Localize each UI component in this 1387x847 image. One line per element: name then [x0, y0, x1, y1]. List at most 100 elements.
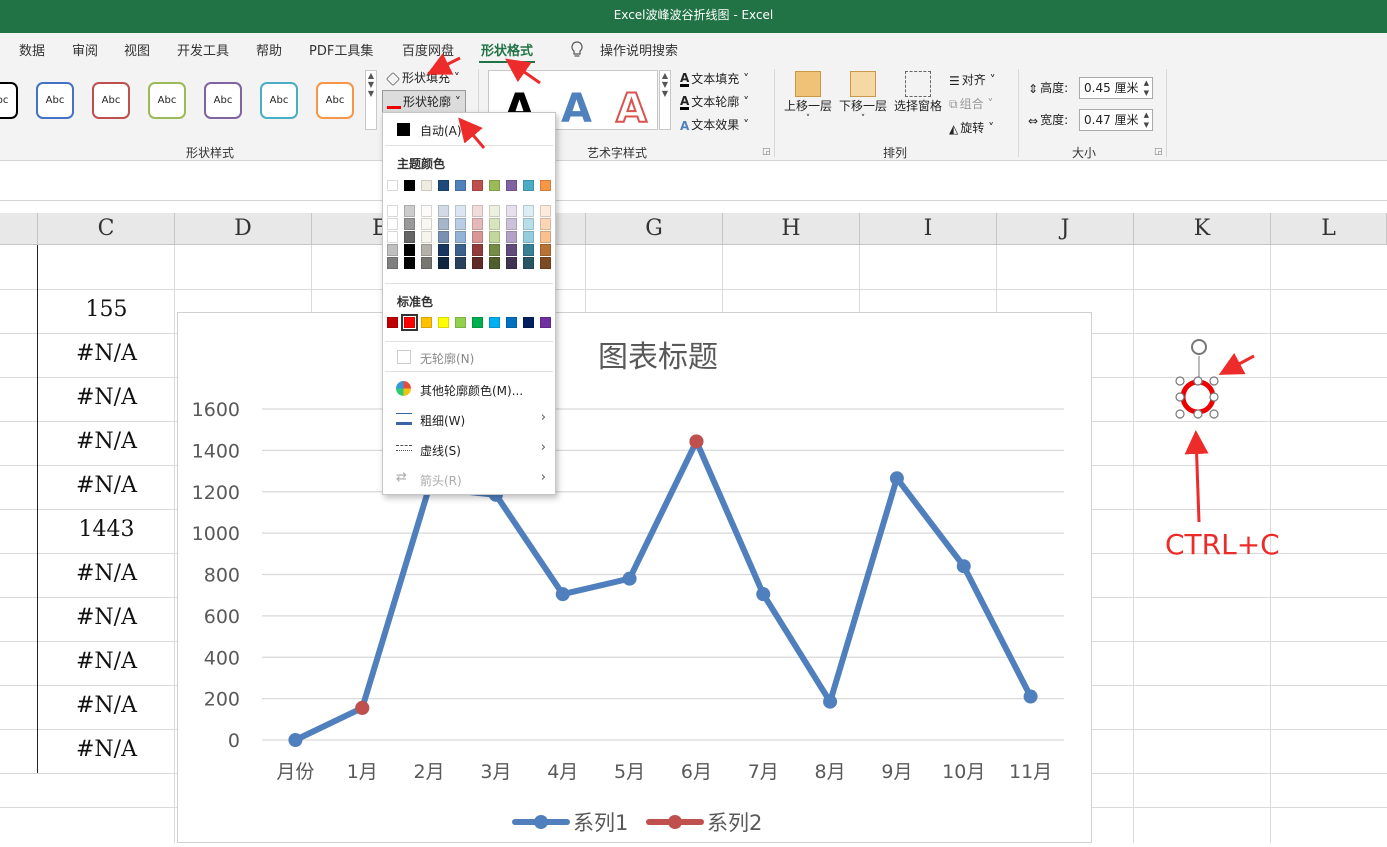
tab-baidu-netdisk[interactable]: 百度网盘 [402, 40, 454, 59]
theme-color-swatch[interactable] [455, 180, 466, 191]
standard-color-swatch[interactable] [438, 317, 449, 328]
tab-view[interactable]: 视图 [124, 40, 150, 59]
text-outline-button[interactable]: A 文本轮廓 ˅ [680, 93, 749, 110]
wordart-style-blue[interactable]: A [561, 86, 592, 132]
theme-color-shade-swatch[interactable] [404, 218, 415, 230]
no-outline-item[interactable]: 无轮廓(N) [383, 346, 555, 368]
shape-style-gallery-scroll[interactable]: ▲ ▼ ▼ [365, 70, 377, 130]
theme-color-shade-swatch[interactable] [438, 231, 449, 243]
theme-color-shade-swatch[interactable] [387, 257, 398, 269]
weight-item[interactable]: 粗细(W) › [383, 408, 555, 430]
theme-color-shade-swatch[interactable] [506, 231, 517, 243]
theme-color-shade-swatch[interactable] [472, 244, 483, 256]
text-fill-button[interactable]: A 文本填充 ˅ [680, 70, 749, 87]
standard-color-swatch[interactable] [401, 314, 418, 331]
cell-c13[interactable]: #N/A [38, 737, 175, 762]
tab-shape-format[interactable]: 形状格式 [478, 40, 536, 64]
theme-color-swatch[interactable] [472, 180, 483, 191]
theme-color-shade-swatch[interactable] [489, 205, 500, 217]
selected-circle-shape[interactable] [1168, 334, 1224, 424]
shape-style-6[interactable]: Abc [260, 82, 298, 119]
tell-me-search[interactable]: 操作说明搜索 [600, 40, 678, 59]
theme-color-shade-swatch[interactable] [540, 244, 551, 256]
bring-forward-button[interactable]: 上移一层 ˅ [783, 71, 833, 124]
theme-color-shade-swatch[interactable] [387, 244, 398, 256]
theme-color-shade-swatch[interactable] [438, 244, 449, 256]
standard-color-swatch[interactable] [489, 317, 500, 328]
theme-color-shade-swatch[interactable] [523, 244, 534, 256]
theme-color-shade-swatch[interactable] [489, 218, 500, 230]
theme-color-shade-swatch[interactable] [472, 257, 483, 269]
theme-color-shade-swatch[interactable] [387, 205, 398, 217]
selection-pane-button[interactable]: 选择窗格 [893, 71, 943, 114]
theme-color-shade-swatch[interactable] [489, 244, 500, 256]
size-dialog-launcher-icon[interactable]: ◲ [1154, 147, 1163, 157]
red-circle-outline[interactable] [1180, 379, 1216, 415]
theme-color-shade-swatch[interactable] [540, 257, 551, 269]
standard-color-swatch[interactable] [523, 317, 534, 328]
theme-color-shade-swatch[interactable] [438, 218, 449, 230]
theme-color-shade-swatch[interactable] [506, 257, 517, 269]
theme-color-shade-swatch[interactable] [387, 218, 398, 230]
theme-color-shade-swatch[interactable] [421, 218, 432, 230]
width-input[interactable]: 0.47 厘米 ▲ ▼ [1079, 109, 1153, 131]
theme-color-swatch[interactable] [404, 180, 415, 191]
rotate-button[interactable]: ◭ 旋转 ˅ [949, 119, 994, 136]
column-header-l[interactable]: L [1271, 213, 1387, 245]
text-effects-button[interactable]: A 文本效果 ˅ [680, 116, 749, 133]
cell-c3[interactable]: 155 [38, 297, 175, 322]
wordart-gallery-scroll[interactable]: ▲ ▼ ▼ [659, 70, 671, 130]
tab-help[interactable]: 帮助 [256, 40, 282, 59]
theme-color-shade-swatch[interactable] [421, 257, 432, 269]
theme-color-shade-swatch[interactable] [523, 257, 534, 269]
cell-c9[interactable]: #N/A [38, 561, 175, 586]
shape-outline-button[interactable]: 形状轮廓 ˅ [382, 90, 466, 113]
theme-color-shade-swatch[interactable] [404, 231, 415, 243]
theme-color-swatch[interactable] [489, 180, 500, 191]
theme-color-swatch[interactable] [421, 180, 432, 191]
dashes-item[interactable]: 虚线(S) › [383, 438, 555, 460]
shape-style-4[interactable]: Abc [148, 82, 186, 119]
theme-color-shade-swatch[interactable] [523, 231, 534, 243]
shape-style-1[interactable]: Abc [0, 82, 18, 119]
theme-color-shade-swatch[interactable] [506, 205, 517, 217]
theme-color-shade-swatch[interactable] [472, 218, 483, 230]
wordart-dialog-launcher-icon[interactable]: ◲ [762, 147, 771, 157]
tab-review[interactable]: 审阅 [72, 40, 98, 59]
theme-color-shade-swatch[interactable] [506, 218, 517, 230]
cell-c5[interactable]: #N/A [38, 385, 175, 410]
cell-c10[interactable]: #N/A [38, 605, 175, 630]
shape-style-3[interactable]: Abc [92, 82, 130, 119]
theme-color-shade-swatch[interactable] [472, 205, 483, 217]
cell-c6[interactable]: #N/A [38, 429, 175, 454]
more-outline-colors-item[interactable]: 其他轮廓颜色(M)... [383, 378, 555, 400]
formula-bar[interactable] [0, 161, 1387, 201]
column-header-k[interactable]: K [1134, 213, 1271, 245]
column-header-j[interactable]: J [997, 213, 1134, 245]
tab-data[interactable]: 数据 [19, 40, 45, 59]
theme-color-shade-swatch[interactable] [455, 205, 466, 217]
theme-color-swatch[interactable] [506, 180, 517, 191]
height-spinner-icon[interactable]: ▲ ▼ [1144, 78, 1149, 98]
standard-color-swatch[interactable] [387, 317, 398, 328]
theme-color-shade-swatch[interactable] [540, 205, 551, 217]
column-header-b[interactable] [0, 213, 38, 245]
cell-c4[interactable]: #N/A [38, 341, 175, 366]
theme-color-shade-swatch[interactable] [404, 244, 415, 256]
theme-color-shade-swatch[interactable] [523, 218, 534, 230]
theme-color-shade-swatch[interactable] [489, 231, 500, 243]
outline-auto-item[interactable]: 自动(A) [383, 118, 555, 140]
theme-color-shade-swatch[interactable] [404, 257, 415, 269]
theme-color-shade-swatch[interactable] [438, 257, 449, 269]
theme-color-shade-swatch[interactable] [455, 218, 466, 230]
shape-style-5[interactable]: Abc [204, 82, 242, 119]
theme-color-shade-swatch[interactable] [455, 244, 466, 256]
column-header-c[interactable]: C [38, 213, 175, 245]
rotate-handle-icon[interactable] [1191, 339, 1207, 355]
theme-color-shade-swatch[interactable] [455, 257, 466, 269]
standard-color-swatch[interactable] [455, 317, 466, 328]
standard-color-swatch[interactable] [540, 317, 551, 328]
theme-color-swatch[interactable] [523, 180, 534, 191]
align-button[interactable]: ☰ 对齐 ˅ [949, 71, 996, 88]
theme-color-swatch[interactable] [438, 180, 449, 191]
